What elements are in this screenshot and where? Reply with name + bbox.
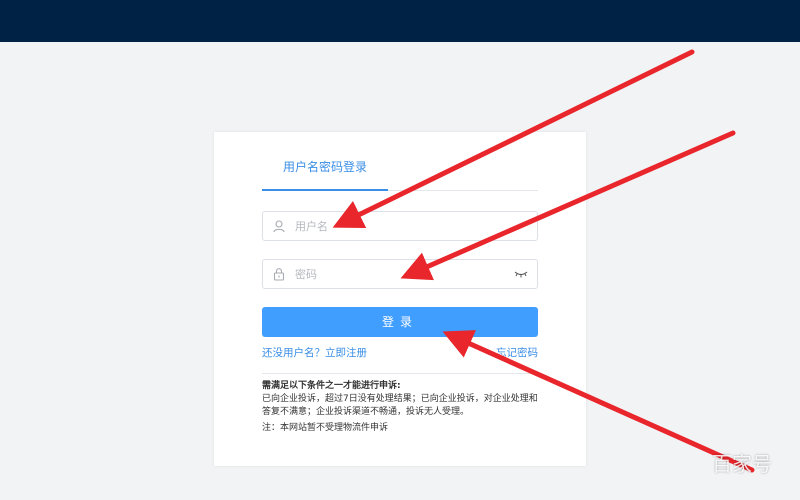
arrow-to-login-button bbox=[442, 330, 755, 473]
watermark: 百家号 bbox=[712, 452, 772, 476]
annotation-arrows bbox=[332, 49, 755, 473]
arrow-to-username bbox=[332, 49, 695, 228]
arrow-to-password bbox=[400, 130, 736, 281]
